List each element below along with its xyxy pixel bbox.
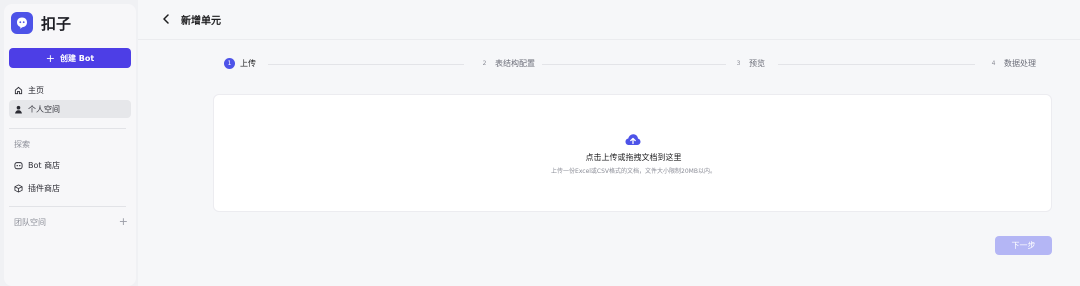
chevron-left-icon [163, 14, 169, 24]
main-panel: 新增单元 1 上传 2 表结构配置 3 预览 4 数据处理 点击上传或拖拽文档到… [138, 0, 1080, 286]
step-label: 预览 [749, 59, 765, 68]
back-button[interactable] [160, 12, 172, 26]
step-number: 1 [224, 58, 235, 69]
app-logo[interactable]: 扣子 [11, 12, 71, 34]
page-title: 新增单元 [181, 16, 221, 27]
step-connector [542, 64, 726, 65]
sidebar-item-label: 插件商店 [28, 183, 60, 193]
page-header: 新增单元 [138, 0, 1080, 40]
step-data-processing: 4 数据处理 [988, 58, 1036, 69]
next-step-button[interactable]: 下一步 [995, 236, 1052, 255]
sidebar-item-bot-store[interactable]: Bot 商店 [9, 156, 131, 174]
upload-dropzone[interactable]: 点击上传或拖拽文档到这里 上传一份Excel或CSV格式的文档，文件大小限制20… [213, 94, 1052, 212]
sidebar-item-personal-space[interactable]: 个人空间 [9, 100, 131, 118]
sidebar-divider [9, 206, 126, 207]
step-connector [778, 64, 975, 65]
step-number: 4 [991, 60, 996, 67]
bot-icon [14, 161, 23, 169]
explore-section-label: 探索 [14, 140, 30, 149]
step-label: 表结构配置 [495, 59, 535, 68]
plus-icon: + [45, 51, 55, 65]
sidebar-item-plugin-store[interactable]: 插件商店 [9, 179, 131, 197]
step-table-config: 2 表结构配置 [479, 58, 535, 69]
step-number: 3 [736, 60, 741, 67]
step-label: 数据处理 [1004, 59, 1036, 68]
step-number: 2 [482, 60, 487, 67]
user-icon [15, 105, 22, 114]
stepper: 1 上传 2 表结构配置 3 预览 4 数据处理 [224, 58, 1044, 70]
app-name: 扣子 [41, 14, 72, 33]
cloud-upload-icon [625, 134, 641, 145]
cube-icon [14, 183, 23, 193]
sidebar-item-label: 个人空间 [28, 104, 60, 114]
upload-title: 点击上传或拖拽文档到这里 [585, 153, 682, 162]
sidebar-item-label: Bot 商店 [28, 160, 61, 170]
step-label: 上传 [240, 59, 256, 68]
create-bot-button[interactable]: + 创建 Bot [9, 48, 131, 68]
step-preview: 3 预览 [733, 58, 765, 69]
step-upload: 1 上传 [224, 58, 256, 69]
logo-icon [11, 12, 33, 34]
sidebar-divider [9, 128, 126, 129]
sidebar: 扣子 + 创建 Bot 主页 个人空间 探索 Bot 商店 插件商店 团队空间 … [4, 4, 136, 286]
sidebar-item-label: 主页 [28, 85, 44, 95]
team-space-label[interactable]: 团队空间 [14, 217, 46, 228]
sidebar-item-home[interactable]: 主页 [9, 81, 131, 99]
upload-hint: 上传一份Excel或CSV格式的文档，文件大小限制20MB以内。 [551, 168, 716, 175]
add-team-icon[interactable]: + [119, 216, 128, 227]
create-bot-label: 创建 Bot [60, 53, 95, 63]
home-icon [14, 86, 23, 94]
step-connector [268, 64, 464, 65]
